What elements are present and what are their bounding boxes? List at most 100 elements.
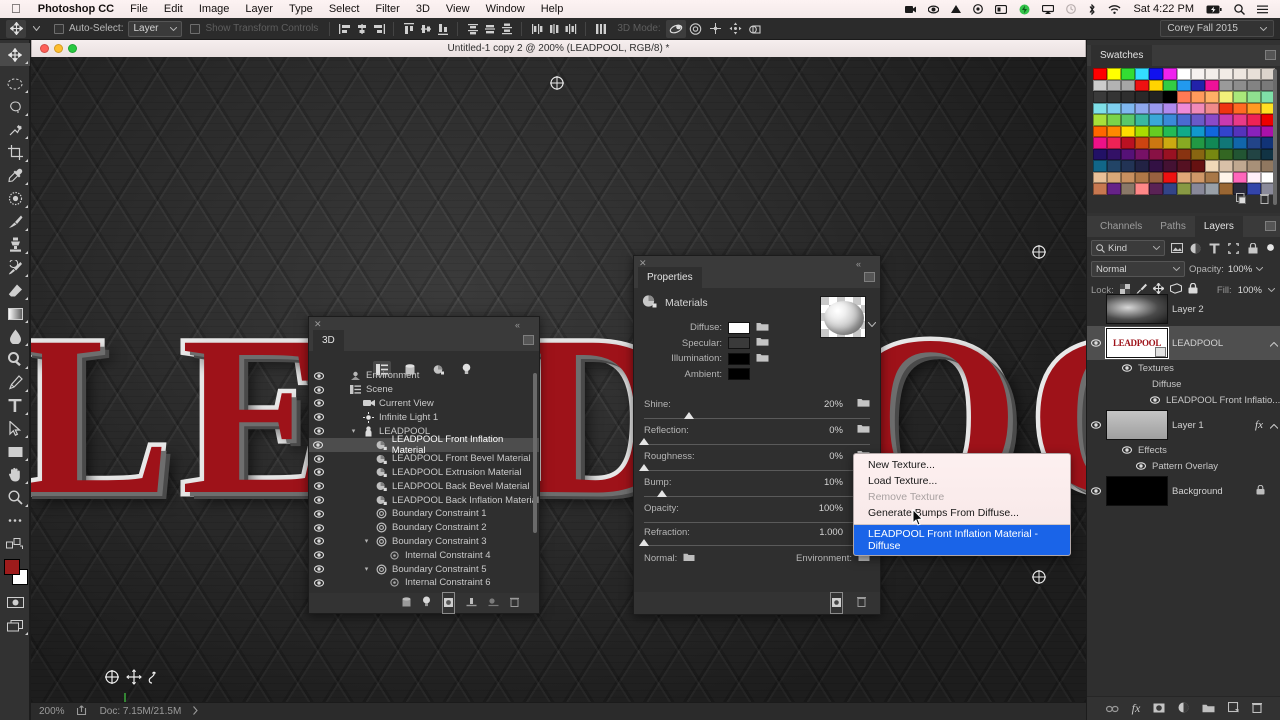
color-swatch[interactable] xyxy=(1163,160,1177,172)
color-swatch[interactable] xyxy=(1233,91,1247,103)
layer-thumbnail[interactable] xyxy=(1106,410,1168,440)
3d-list-row[interactable]: ▾ Boundary Constraint 5 xyxy=(309,562,539,576)
properties-menu-icon[interactable] xyxy=(864,272,875,282)
color-swatch[interactable] xyxy=(1247,91,1261,103)
layer-row[interactable]: LEADPOOL LEADPOOL xyxy=(1087,326,1280,360)
tab-channels[interactable]: Channels xyxy=(1091,216,1151,237)
slider-thumb[interactable] xyxy=(657,490,668,497)
menu-photoshop[interactable]: Photoshop CC xyxy=(30,3,122,15)
color-swatch[interactable] xyxy=(1233,148,1247,160)
distribute-spacing-icon[interactable] xyxy=(592,20,609,38)
material-color-swatch[interactable] xyxy=(728,321,750,334)
color-swatch[interactable] xyxy=(1205,102,1219,114)
pan-3d-icon[interactable] xyxy=(706,20,726,38)
hand-tool[interactable] xyxy=(0,463,30,486)
color-swatch[interactable] xyxy=(1121,114,1135,126)
normal-texture-folder-icon[interactable] xyxy=(683,552,695,565)
rectangle-tool[interactable] xyxy=(0,440,30,463)
color-swatch[interactable] xyxy=(1219,183,1233,195)
color-swatch[interactable] xyxy=(1135,125,1149,137)
slider-value[interactable]: 0% xyxy=(829,451,843,462)
color-swatch[interactable] xyxy=(1107,137,1121,149)
auto-select-dropdown[interactable]: Layer xyxy=(128,20,183,37)
layer-sub-row[interactable]: Diffuse xyxy=(1087,376,1280,392)
color-swatch[interactable] xyxy=(1149,102,1163,114)
shape-filter-icon[interactable] xyxy=(1226,241,1241,256)
color-swatch[interactable] xyxy=(1247,68,1261,80)
color-swatch[interactable] xyxy=(1163,114,1177,126)
color-swatch[interactable] xyxy=(1093,79,1107,91)
menubar-clock[interactable]: Sat 4:22 PM xyxy=(1127,3,1200,15)
new-swatch-icon[interactable] xyxy=(1236,191,1246,209)
color-swatch[interactable] xyxy=(1205,148,1219,160)
color-swatch[interactable] xyxy=(1121,171,1135,183)
color-swatch[interactable] xyxy=(1205,114,1219,126)
disclosure-arrow-icon[interactable]: ▾ xyxy=(362,537,371,545)
swatches-grid[interactable] xyxy=(1087,66,1280,195)
3d-list-row[interactable]: Scene xyxy=(309,383,539,397)
layer-row[interactable]: Background xyxy=(1087,474,1280,508)
slide-3d-icon[interactable] xyxy=(726,20,746,38)
layer-visibility-icon[interactable] xyxy=(1089,487,1102,495)
workspace-switcher[interactable]: Corey Fall 2015 xyxy=(1160,20,1274,37)
slider-thumb[interactable] xyxy=(639,539,649,546)
visibility-toggle-icon[interactable] xyxy=(313,441,324,449)
clone-stamp-tool[interactable] xyxy=(0,233,30,256)
auto-select-checkbox[interactable] xyxy=(54,23,64,34)
delete-icon[interactable] xyxy=(510,594,519,612)
context-menu-item[interactable]: New Texture... xyxy=(854,457,1070,473)
layer-sub-row[interactable]: Textures xyxy=(1087,360,1280,376)
layer-visibility-icon[interactable] xyxy=(1089,421,1102,429)
tab-swatches[interactable]: Swatches xyxy=(1091,45,1153,66)
quick-selection-tool[interactable] xyxy=(0,118,30,141)
color-swatch[interactable] xyxy=(1205,125,1219,137)
color-swatch[interactable] xyxy=(1093,183,1107,195)
layer-row[interactable]: Layer 2 xyxy=(1087,292,1280,326)
color-swatch[interactable] xyxy=(1219,91,1233,103)
layers-menu-icon[interactable] xyxy=(1265,221,1276,231)
slider-thumb[interactable] xyxy=(639,438,649,445)
disclosure-arrow-icon[interactable]: ▾ xyxy=(349,427,358,435)
color-swatch[interactable] xyxy=(1247,171,1261,183)
color-swatch[interactable] xyxy=(1219,114,1233,126)
color-swatch[interactable] xyxy=(1191,102,1205,114)
3d-list-row[interactable]: Current View xyxy=(309,397,539,411)
color-swatch[interactable] xyxy=(1093,125,1107,137)
sublayer-visibility-icon[interactable] xyxy=(1134,462,1147,470)
color-swatch[interactable] xyxy=(1247,148,1261,160)
layer-expand-chevron-icon[interactable] xyxy=(1267,334,1280,352)
menu-file[interactable]: File xyxy=(122,3,156,15)
color-swatch[interactable] xyxy=(1177,114,1191,126)
slider-track[interactable] xyxy=(639,464,870,471)
delete-swatch-icon[interactable] xyxy=(1260,191,1269,209)
color-swatch[interactable] xyxy=(1205,137,1219,149)
lasso-tool[interactable] xyxy=(0,95,30,118)
color-swatch[interactable] xyxy=(1149,160,1163,172)
color-swatch[interactable] xyxy=(1191,68,1205,80)
color-swatch[interactable] xyxy=(1107,183,1121,195)
distribute-bottom-icon[interactable] xyxy=(498,20,515,38)
color-swatch[interactable] xyxy=(1177,102,1191,114)
3d-panel-menu-icon[interactable] xyxy=(523,335,534,345)
menu-select[interactable]: Select xyxy=(321,3,368,15)
color-swatch[interactable] xyxy=(1121,68,1135,80)
add-mesh-icon[interactable] xyxy=(402,594,411,612)
link-layers-icon[interactable] xyxy=(1105,700,1119,718)
visibility-toggle-icon[interactable] xyxy=(313,496,324,504)
color-swatch[interactable] xyxy=(1135,148,1149,160)
slider-value[interactable]: 20% xyxy=(824,399,843,410)
color-swatch[interactable] xyxy=(1149,137,1163,149)
3d-list-row[interactable]: Internal Constraint 6 xyxy=(309,576,539,590)
3d-list-row[interactable]: Infinite Light 1 xyxy=(309,410,539,424)
color-swatch[interactable] xyxy=(1191,171,1205,183)
drive-icon[interactable] xyxy=(945,4,967,14)
color-swatch[interactable] xyxy=(1135,137,1149,149)
orbit-3d-icon[interactable] xyxy=(665,19,686,38)
color-swatch[interactable] xyxy=(1163,102,1177,114)
color-swatch[interactable] xyxy=(1247,125,1261,137)
layer-name[interactable]: Layer 1 xyxy=(1172,420,1251,431)
color-swatch[interactable] xyxy=(1107,68,1121,80)
color-swatch[interactable] xyxy=(1135,160,1149,172)
notification-center-icon[interactable] xyxy=(1251,5,1274,14)
color-swatch[interactable] xyxy=(1177,183,1191,195)
